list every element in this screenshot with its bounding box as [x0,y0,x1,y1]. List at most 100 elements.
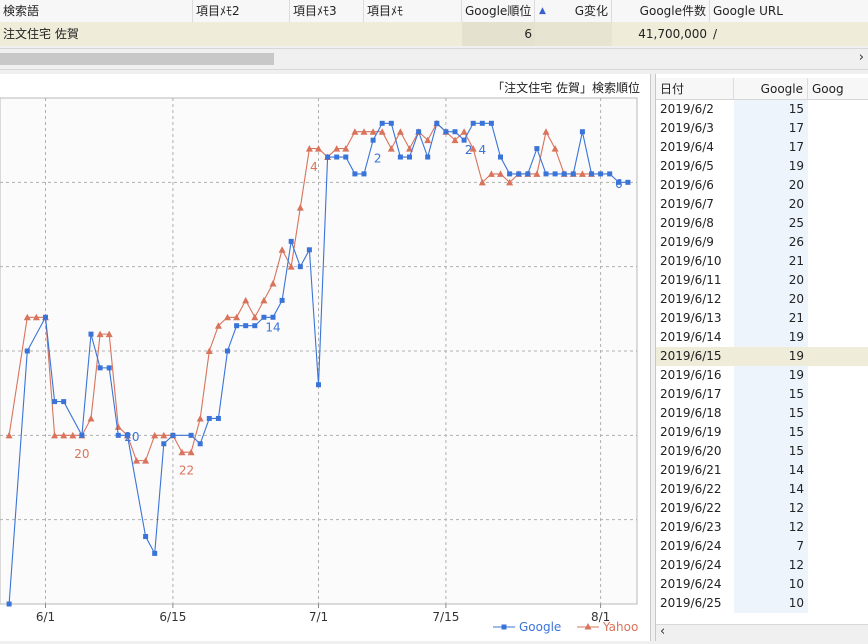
x-tick-label: 6/1 [36,610,55,624]
table-row[interactable]: 2019/6/22 12 [656,499,868,518]
col-header-google-url[interactable]: Google URL [710,0,868,22]
cell-google-rank: 7 [734,537,808,556]
col-header-keyword[interactable]: 検索語 [0,0,193,22]
cell-google-rank: 12 [734,556,808,575]
table-row[interactable]: 2019/6/11 20 [656,271,868,290]
table-row[interactable]: 2019/6/24 7 [656,537,868,556]
table-row[interactable]: 2019/6/16 19 [656,366,868,385]
table-row[interactable]: 注文住宅 佐賀 6 41,700,000 / [0,22,868,46]
cell-google-2 [808,233,868,252]
grid-horizontal-scrollbar[interactable]: ‹ [656,624,868,641]
table-row[interactable]: 2019/6/14 19 [656,328,868,347]
table-row[interactable]: 2019/6/4 17 [656,138,868,157]
scrollbar-thumb[interactable] [0,53,274,65]
table-row[interactable]: 2019/6/7 20 [656,195,868,214]
table-row[interactable]: 2019/6/3 17 [656,119,868,138]
table-row[interactable]: 2019/6/8 25 [656,214,868,233]
cell-google-rank: 14 [734,461,808,480]
data-point [525,171,531,177]
data-label: 20 [124,430,139,444]
cell-google-2 [808,556,868,575]
col-header-google[interactable]: Google [734,78,808,100]
cell-google-2 [808,271,868,290]
table-row[interactable]: 2019/6/19 15 [656,423,868,442]
cell-google-2 [808,442,868,461]
data-point [416,129,422,135]
data-point [516,171,522,177]
data-point [352,171,358,177]
cell-google-2 [808,499,868,518]
data-point [388,120,394,126]
chevron-right-icon[interactable]: › [859,50,864,65]
data-point [607,171,613,177]
table-row[interactable]: 2019/6/21 14 [656,461,868,480]
data-point [334,154,340,160]
cell-date: 2019/6/3 [660,121,714,135]
data-point [215,415,221,421]
table-row[interactable]: 2019/6/18 15 [656,404,868,423]
table-row[interactable]: 2019/6/10 21 [656,252,868,271]
col-header-memo[interactable]: 項目ﾒﾓ [364,0,462,22]
table-row[interactable]: 2019/6/13 21 [656,309,868,328]
cell-date: 2019/6/13 [660,311,722,325]
cell-date: 2019/6/9 [660,235,714,249]
table-row[interactable]: 2019/6/20 15 [656,442,868,461]
cell-google-rank: 15 [734,423,808,442]
data-point [470,120,476,126]
table-row[interactable]: 2019/6/15 19 [656,347,868,366]
cell-date: 2019/6/20 [660,444,722,458]
cell-google-2 [808,119,868,138]
col-header-memo3[interactable]: 項目ﾒﾓ3 [290,0,364,22]
cell-google-rank: 20 [734,195,808,214]
table-row[interactable]: 2019/6/23 12 [656,518,868,537]
legend-label: Yahoo [602,620,638,634]
data-label: 2 [465,143,473,157]
data-point [534,146,540,152]
data-point [6,601,12,607]
cell-google-2 [808,385,868,404]
data-point [52,399,58,405]
col-header-g-change[interactable]: ▲ G変化 [535,0,612,22]
chevron-left-icon[interactable]: ‹ [660,624,665,639]
table-row[interactable]: 2019/6/25 10 [656,594,868,613]
data-point [443,129,449,135]
table-row[interactable]: 2019/6/17 15 [656,385,868,404]
data-point [579,129,585,135]
col-header-google-count[interactable]: Google件数 [612,0,710,22]
table-row[interactable]: 2019/6/5 19 [656,157,868,176]
data-point [306,247,312,253]
table-row[interactable]: 2019/6/24 12 [656,556,868,575]
table-row[interactable]: 2019/6/6 20 [656,176,868,195]
data-point [570,171,576,177]
cell-google-2 [808,461,868,480]
cell-date: 2019/6/7 [660,197,714,211]
horizontal-scrollbar[interactable]: › [0,48,868,70]
chart-title: 「注文住宅 佐賀」検索順位 [492,80,640,95]
data-point [252,323,258,329]
table-row[interactable]: 2019/6/24 10 [656,575,868,594]
table-row[interactable]: 2019/6/22 14 [656,480,868,499]
cell-google-2 [808,594,868,613]
col-header-memo2[interactable]: 項目ﾒﾓ2 [193,0,290,22]
cell-google-2 [808,176,868,195]
data-point [589,171,594,177]
cell-date: 2019/6/16 [660,368,722,382]
table-row[interactable]: 2019/6/12 20 [656,290,868,309]
cell-google-rank: 15 [734,404,808,423]
cell-date: 2019/6/17 [660,387,722,401]
data-point [106,365,112,371]
cell-google-2 [808,480,868,499]
data-point [561,171,567,177]
cell-date: 2019/6/22 [660,482,722,496]
table-row[interactable]: 2019/6/9 26 [656,233,868,252]
cell-google-2 [808,575,868,594]
table-row[interactable]: 2019/6/2 15 [656,100,868,119]
col-header-google-2[interactable]: Goog [808,78,868,100]
col-header-google-rank[interactable]: Google順位 [462,0,535,22]
data-point [152,550,158,556]
col-header-date[interactable]: 日付 [656,78,734,100]
data-label: 4 [310,160,318,174]
data-point [61,399,67,405]
cell-google-rank: 17 [734,119,808,138]
data-point [115,432,121,438]
